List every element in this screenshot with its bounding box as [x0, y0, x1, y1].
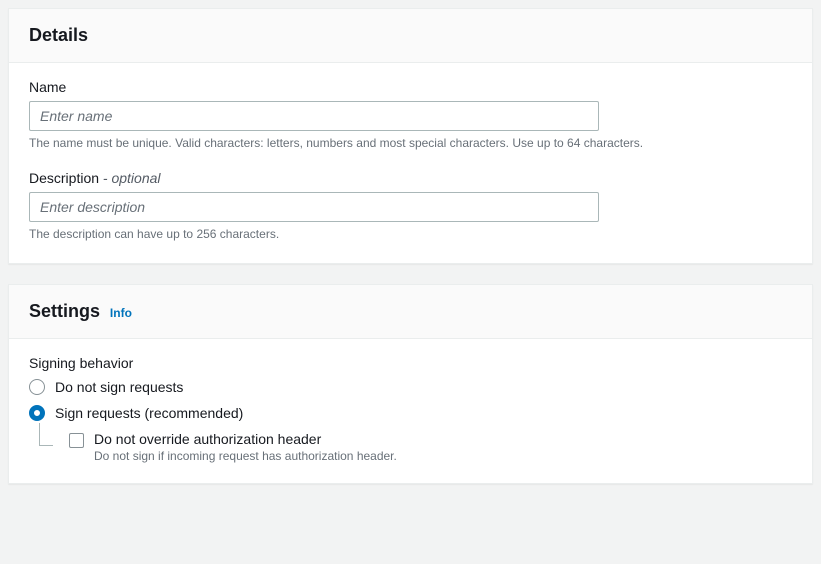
- signing-behavior-label: Signing behavior: [29, 355, 792, 371]
- override-checkbox[interactable]: [69, 433, 84, 448]
- override-checkbox-label: Do not override authorization header: [94, 431, 397, 447]
- details-panel: Details Name The name must be unique. Va…: [8, 8, 813, 264]
- radio-do-not-sign[interactable]: Do not sign requests: [29, 379, 792, 395]
- description-group: Description - optional The description c…: [29, 170, 792, 243]
- radio-sign[interactable]: Sign requests (recommended): [29, 405, 792, 421]
- description-help-text: The description can have up to 256 chara…: [29, 226, 792, 243]
- radio-do-not-sign-circle[interactable]: [29, 379, 45, 395]
- settings-title: Settings: [29, 301, 100, 322]
- name-label: Name: [29, 79, 792, 95]
- details-body: Name The name must be unique. Valid char…: [9, 63, 812, 263]
- radio-sign-label: Sign requests (recommended): [55, 405, 243, 421]
- settings-info-link[interactable]: Info: [110, 306, 132, 320]
- name-help-text: The name must be unique. Valid character…: [29, 135, 792, 152]
- radio-do-not-sign-label: Do not sign requests: [55, 379, 183, 395]
- settings-body: Signing behavior Do not sign requests Si…: [9, 339, 812, 483]
- settings-panel: Settings Info Signing behavior Do not si…: [8, 284, 813, 484]
- details-title: Details: [29, 25, 88, 46]
- description-optional-suffix: - optional: [99, 170, 160, 186]
- description-label: Description - optional: [29, 170, 792, 186]
- name-group: Name The name must be unique. Valid char…: [29, 79, 792, 152]
- settings-header: Settings Info: [9, 285, 812, 339]
- override-checkbox-help: Do not sign if incoming request has auth…: [94, 449, 397, 463]
- description-label-text: Description: [29, 170, 99, 186]
- description-input[interactable]: [29, 192, 599, 222]
- radio-sign-circle[interactable]: [29, 405, 45, 421]
- override-nested: Do not override authorization header Do …: [39, 431, 792, 463]
- details-header: Details: [9, 9, 812, 63]
- override-content: Do not override authorization header Do …: [94, 431, 397, 463]
- override-checkbox-row[interactable]: Do not override authorization header Do …: [69, 431, 792, 463]
- name-input[interactable]: [29, 101, 599, 131]
